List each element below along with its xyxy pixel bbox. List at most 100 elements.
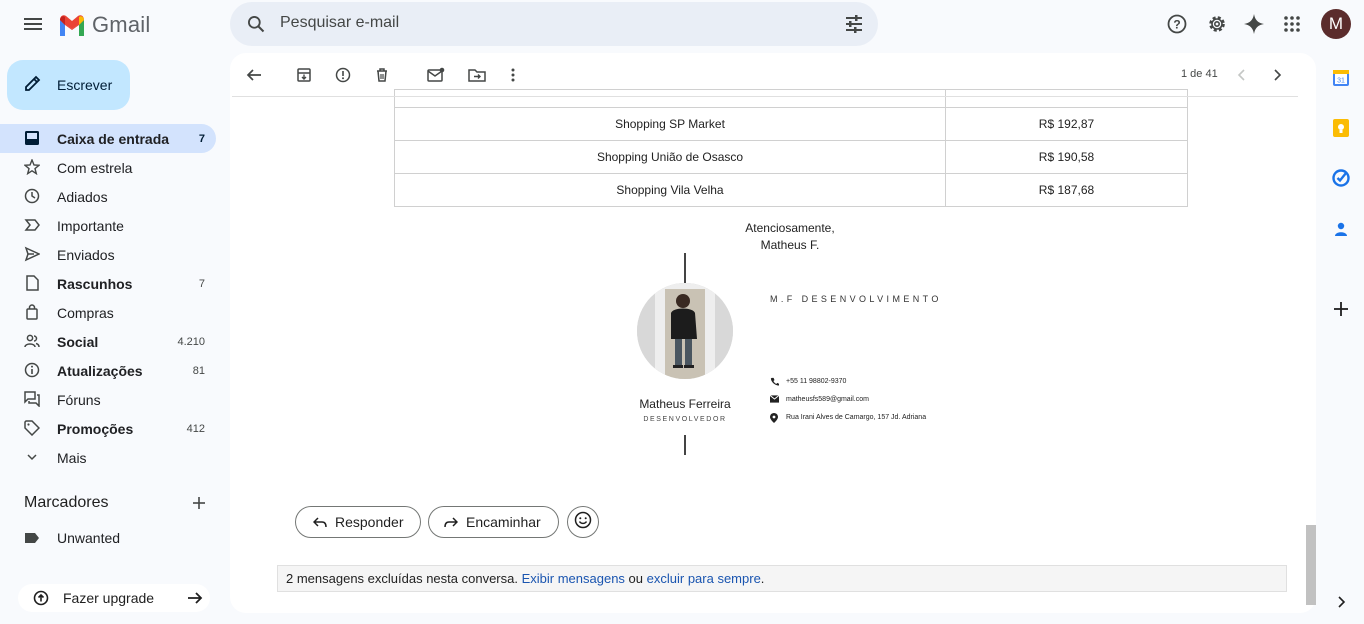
store-name-cell: Shopping União de Osasco xyxy=(394,140,946,174)
reply-button[interactable]: Responder xyxy=(295,506,421,538)
nav-label: Enviados xyxy=(57,246,115,263)
nav-label: Promoções xyxy=(57,420,134,437)
keep-notes-icon[interactable] xyxy=(1330,117,1352,139)
show-messages-link[interactable]: Exibir mensagens xyxy=(522,571,625,586)
table-row: Shopping União de Osasco R$ 190,58 xyxy=(394,140,1188,174)
store-value-cell: R$ 190,58 xyxy=(945,140,1188,174)
add-label-plus-icon[interactable] xyxy=(191,495,207,516)
notice-text: 2 mensagens excluídas nesta conversa. xyxy=(286,571,518,586)
send-icon xyxy=(24,246,40,262)
nav-label: Importante xyxy=(57,217,124,234)
calendar-icon[interactable]: 31 xyxy=(1330,67,1352,89)
search-input[interactable] xyxy=(280,14,780,32)
account-avatar[interactable]: M xyxy=(1321,9,1351,39)
report-spam-icon[interactable] xyxy=(332,64,354,86)
reply-arrow-icon xyxy=(313,516,327,528)
nav-item-snoozed[interactable]: Adiados xyxy=(0,182,216,211)
signature-role: DESENVOLVEDOR xyxy=(643,416,727,423)
delete-trash-icon[interactable] xyxy=(371,64,393,86)
svg-text:31: 31 xyxy=(1337,78,1345,85)
apps-grid-icon[interactable] xyxy=(1280,12,1304,36)
table-cell xyxy=(394,89,946,108)
signature-phone: +55 11 98802-9370 xyxy=(770,377,847,386)
label-item-unwanted[interactable]: Unwanted xyxy=(0,526,216,550)
sender-short-name: Matheus F. xyxy=(760,238,820,252)
info-icon xyxy=(24,362,40,378)
star-icon xyxy=(24,159,40,175)
store-value-cell: R$ 187,68 xyxy=(945,173,1188,207)
settings-gear-icon[interactable] xyxy=(1205,12,1229,36)
help-icon[interactable]: ? xyxy=(1165,12,1189,36)
tag-icon xyxy=(24,420,40,436)
arrow-right-icon xyxy=(186,589,204,612)
contacts-icon[interactable] xyxy=(1330,218,1352,240)
table-row: Shopping SP Market R$ 192,87 xyxy=(394,107,1188,141)
nav-item-drafts[interactable]: Rascunhos 7 xyxy=(0,269,216,298)
upgrade-icon xyxy=(33,590,49,611)
nav-label: Social xyxy=(57,333,99,350)
nav-item-purchases[interactable]: Compras xyxy=(0,298,216,327)
archive-icon[interactable] xyxy=(293,64,315,86)
phone-text: +55 11 98802-9370 xyxy=(786,378,847,385)
expand-side-panel-chevron-icon[interactable] xyxy=(1330,591,1352,613)
important-icon xyxy=(24,217,40,233)
labels-heading: Marcadores xyxy=(24,494,109,511)
nav-item-more[interactable]: Mais xyxy=(0,443,216,472)
compose-button[interactable]: Escrever xyxy=(7,60,130,110)
move-to-folder-icon[interactable] xyxy=(466,64,488,86)
search-bar[interactable] xyxy=(230,2,878,46)
notice-end: . xyxy=(760,571,765,586)
email-view: 1 de 41 Shopping SP Market R$ 192,87 Sho… xyxy=(230,53,1316,613)
sidebar-nav: Caixa de entrada 7 Com estrela Adiados I… xyxy=(0,124,230,472)
mark-unread-icon[interactable] xyxy=(425,64,447,86)
nav-item-promotions[interactable]: Promoções 412 xyxy=(0,414,216,443)
tasks-icon[interactable] xyxy=(1330,167,1352,189)
add-addon-plus-icon[interactable] xyxy=(1330,298,1352,320)
email-text: matheusfs589@gmail.com xyxy=(786,396,869,403)
svg-text:?: ? xyxy=(1173,18,1180,32)
nav-label: Compras xyxy=(57,304,114,321)
back-arrow-icon[interactable] xyxy=(243,64,265,86)
pagination-text: 1 de 41 xyxy=(1181,68,1218,80)
search-options-icon[interactable] xyxy=(844,14,864,39)
signature-divider-bottom xyxy=(684,435,686,455)
emoji-reaction-button[interactable] xyxy=(567,506,599,538)
delete-forever-link[interactable]: excluir para sempre xyxy=(647,571,761,586)
nav-label: Rascunhos xyxy=(57,275,133,292)
nav-item-inbox[interactable]: Caixa de entrada 7 xyxy=(0,124,216,153)
nav-count: 7 xyxy=(198,132,205,145)
nav-item-updates[interactable]: Atualizações 81 xyxy=(0,356,216,385)
nav-item-forums[interactable]: Fóruns xyxy=(0,385,216,414)
pencil-icon xyxy=(23,73,43,98)
prev-chevron-icon[interactable] xyxy=(1231,64,1253,86)
gmail-logo[interactable]: Gmail xyxy=(58,12,150,38)
forward-button[interactable]: Encaminhar xyxy=(428,506,559,538)
mail-icon xyxy=(769,395,780,405)
table-cell xyxy=(945,89,1188,108)
chevron-down-icon xyxy=(24,449,40,465)
main-menu-icon[interactable] xyxy=(20,12,46,36)
people-icon xyxy=(24,333,40,349)
closing-text: Atenciosamente, xyxy=(745,221,835,235)
search-icon[interactable] xyxy=(246,14,266,39)
nav-item-starred[interactable]: Com estrela xyxy=(0,153,216,182)
toolbar-divider xyxy=(232,96,1298,97)
gemini-sparkle-icon[interactable] xyxy=(1242,12,1266,36)
signature-address: Rua Irani Alves de Camargo, 157 Jd. Adri… xyxy=(770,413,926,423)
nav-count: 7 xyxy=(198,277,205,290)
signature-photo xyxy=(637,283,733,379)
clock-icon xyxy=(24,188,40,204)
nav-item-important[interactable]: Importante xyxy=(0,211,216,240)
closing-block: Atenciosamente, Matheus F. xyxy=(690,220,890,254)
forward-arrow-icon xyxy=(444,516,458,528)
top-bar: Gmail ? M xyxy=(0,0,1364,48)
signature-name: Matheus Ferreira xyxy=(639,397,731,411)
scrollbar-thumb[interactable] xyxy=(1306,525,1316,605)
nav-item-social[interactable]: Social 4.210 xyxy=(0,327,216,356)
location-pin-icon xyxy=(770,413,778,425)
more-options-icon[interactable] xyxy=(502,64,524,86)
app-name: Gmail xyxy=(92,12,151,37)
upgrade-button[interactable]: Fazer upgrade xyxy=(18,584,210,612)
next-chevron-icon[interactable] xyxy=(1266,64,1288,86)
nav-item-sent[interactable]: Enviados xyxy=(0,240,216,269)
